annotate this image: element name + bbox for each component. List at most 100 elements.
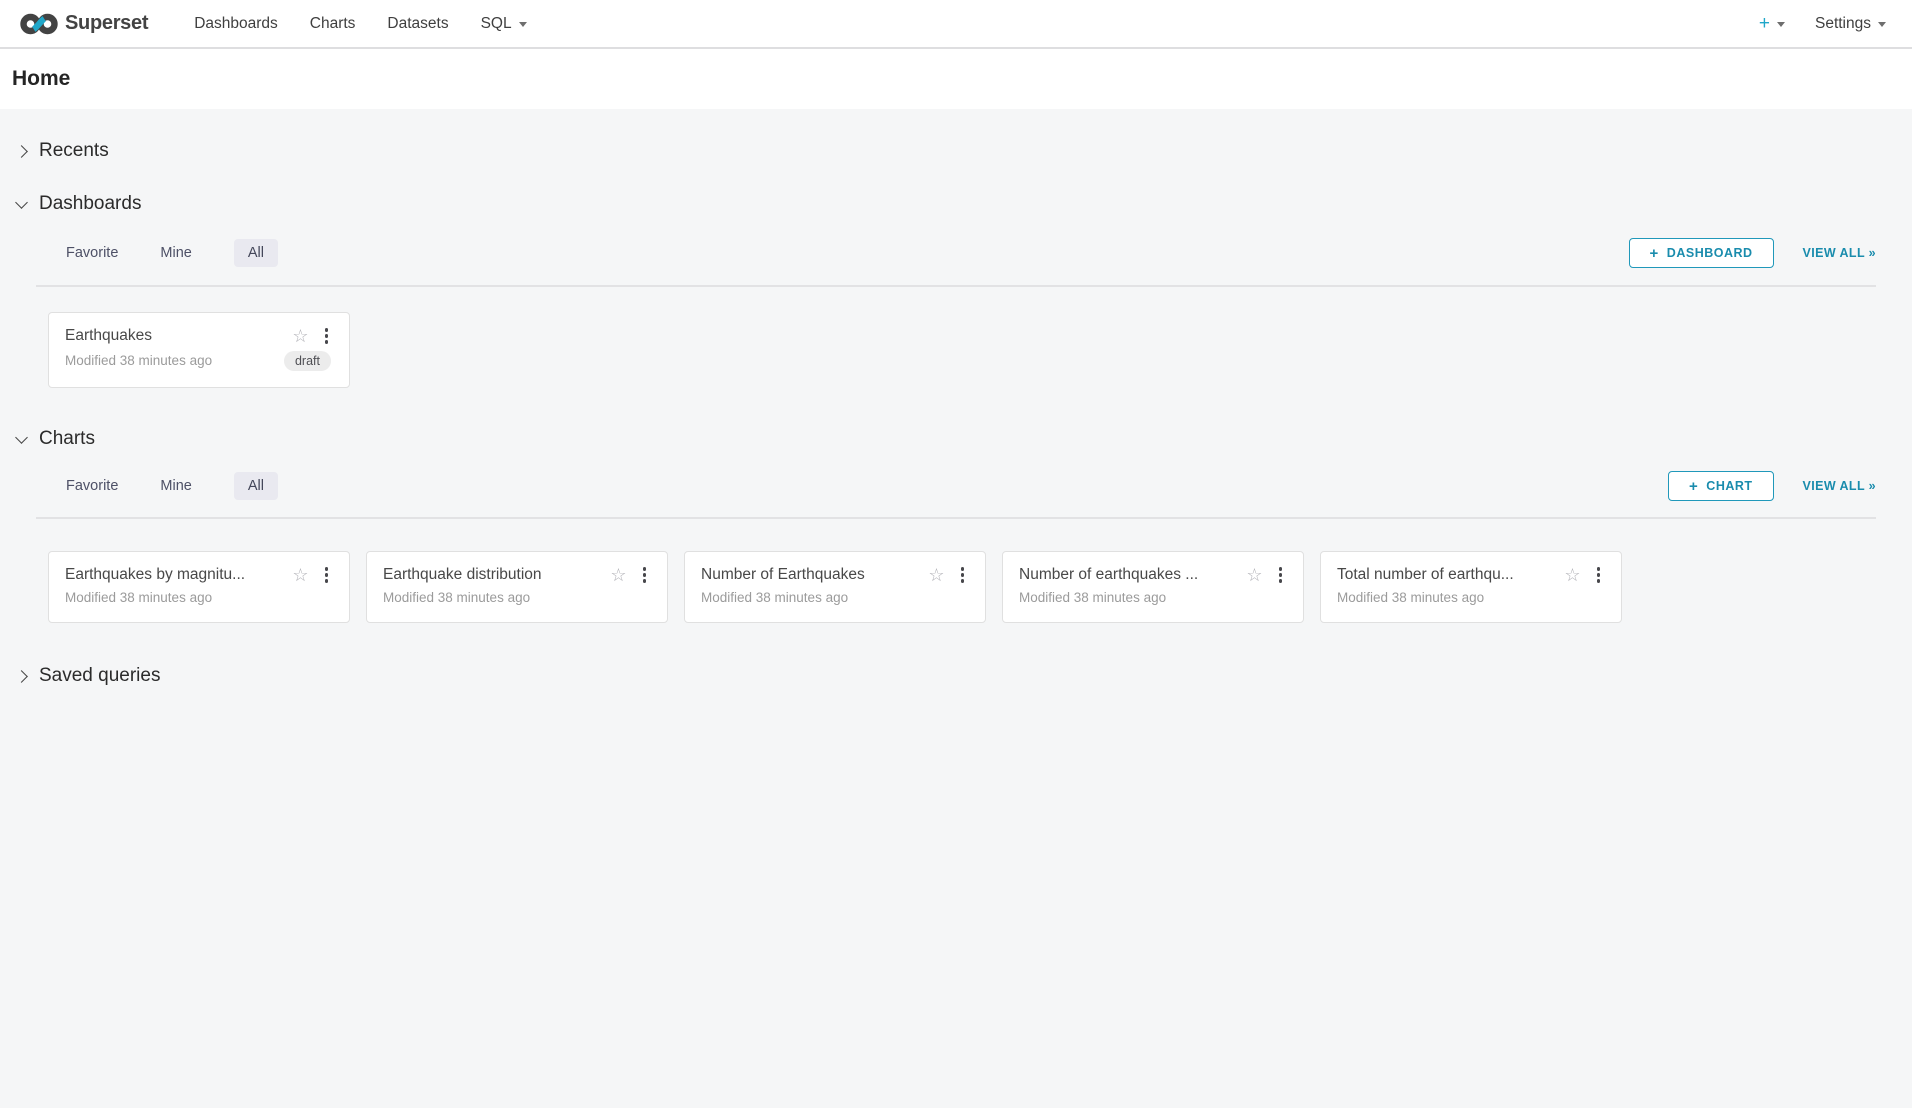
favorite-star-icon[interactable]: ☆ (1246, 566, 1262, 584)
settings-menu-button[interactable]: Settings (1815, 15, 1886, 33)
modified-timestamp: Modified 38 minutes ago (1019, 590, 1166, 605)
saved-queries-section-label: Saved queries (39, 665, 160, 687)
card-title: Earthquake distribution (383, 566, 602, 584)
chevron-right-icon (15, 670, 28, 683)
chevron-down-icon (519, 22, 527, 27)
dashboards-view-all-link[interactable]: VIEW ALL » (1803, 246, 1876, 260)
charts-submenu: Favorite Mine All + CHART VIEW ALL » (0, 471, 1912, 501)
chart-card[interactable]: Number of earthquakes ... ☆ Modified 38 … (1002, 551, 1304, 623)
card-title: Number of Earthquakes (701, 566, 920, 584)
card-header: Earthquakes by magnitu... ☆ (65, 565, 331, 585)
favorite-star-icon[interactable]: ☆ (292, 566, 308, 584)
card-title: Earthquakes (65, 327, 284, 345)
card-title: Earthquakes by magnitu... (65, 566, 284, 584)
nav-menu: Dashboards Charts Datasets SQL (162, 0, 526, 47)
plus-icon: + (1650, 246, 1659, 261)
navbar-right: + Settings (1759, 13, 1886, 35)
charts-card-row: Earthquakes by magnitu... ☆ Modified 38 … (0, 551, 1912, 623)
brand-name: Superset (65, 12, 148, 35)
tab-all[interactable]: All (234, 472, 278, 500)
favorite-star-icon[interactable]: ☆ (292, 327, 308, 345)
card-subrow: Modified 38 minutes ago draft (65, 351, 331, 371)
new-dashboard-button[interactable]: + DASHBOARD (1629, 238, 1774, 268)
page-header: Home (0, 49, 1912, 109)
card-subrow: Modified 38 minutes ago (383, 590, 649, 605)
card-subrow: Modified 38 minutes ago (701, 590, 967, 605)
charts-tabs: Favorite Mine All (66, 472, 278, 500)
superset-logo-icon (20, 12, 58, 36)
modified-timestamp: Modified 38 minutes ago (65, 590, 212, 605)
dashboards-tabbar-divider (36, 285, 1876, 287)
plus-icon: + (1759, 13, 1770, 35)
nav-item-charts[interactable]: Charts (310, 0, 356, 47)
kebab-menu-icon[interactable] (322, 565, 332, 585)
tab-mine[interactable]: Mine (160, 478, 191, 494)
dashboards-tabs: Favorite Mine All (66, 239, 278, 267)
charts-submenu-actions: + CHART VIEW ALL » (1668, 471, 1876, 501)
charts-tabbar-divider (36, 517, 1876, 519)
chevron-down-icon (1878, 22, 1886, 27)
kebab-menu-icon[interactable] (1594, 565, 1604, 585)
nav-item-label: Dashboards (194, 15, 278, 33)
tab-mine[interactable]: Mine (160, 245, 191, 261)
modified-timestamp: Modified 38 minutes ago (383, 590, 530, 605)
kebab-menu-icon[interactable] (1276, 565, 1286, 585)
chevron-down-icon (1777, 22, 1785, 27)
new-item-menu-button[interactable]: + (1759, 13, 1785, 35)
favorite-star-icon[interactable]: ☆ (928, 566, 944, 584)
modified-timestamp: Modified 38 minutes ago (1337, 590, 1484, 605)
superset-brand[interactable]: Superset (20, 12, 148, 36)
saved-queries-section-toggle[interactable]: Saved queries (0, 664, 1912, 688)
kebab-menu-icon[interactable] (640, 565, 650, 585)
main-content: Recents Dashboards Favorite Mine All + D… (0, 109, 1912, 1108)
card-subrow: Modified 38 minutes ago (1337, 590, 1603, 605)
favorite-star-icon[interactable]: ☆ (1564, 566, 1580, 584)
top-navbar: Superset Dashboards Charts Datasets SQL … (0, 0, 1912, 49)
card-header: Earthquakes ☆ (65, 326, 331, 346)
card-header: Earthquake distribution ☆ (383, 565, 649, 585)
tab-favorite[interactable]: Favorite (66, 245, 118, 261)
favorite-star-icon[interactable]: ☆ (610, 566, 626, 584)
card-subrow: Modified 38 minutes ago (1019, 590, 1285, 605)
nav-item-sql[interactable]: SQL (481, 0, 527, 47)
nav-item-dashboards[interactable]: Dashboards (194, 0, 278, 47)
recents-section-label: Recents (39, 140, 109, 162)
charts-view-all-link[interactable]: VIEW ALL » (1803, 479, 1876, 493)
dashboards-card-row: Earthquakes ☆ Modified 38 minutes ago dr… (0, 312, 1912, 388)
charts-section-toggle[interactable]: Charts (0, 427, 1912, 451)
modified-timestamp: Modified 38 minutes ago (701, 590, 848, 605)
tab-all[interactable]: All (234, 239, 278, 267)
chevron-down-icon (15, 431, 28, 444)
modified-timestamp: Modified 38 minutes ago (65, 353, 212, 368)
status-badge: draft (284, 351, 331, 371)
plus-icon: + (1689, 479, 1698, 494)
kebab-menu-icon[interactable] (958, 565, 968, 585)
kebab-menu-icon[interactable] (322, 326, 332, 346)
charts-section-label: Charts (39, 428, 95, 450)
card-header: Number of Earthquakes ☆ (701, 565, 967, 585)
new-chart-button[interactable]: + CHART (1668, 471, 1774, 501)
card-header: Number of earthquakes ... ☆ (1019, 565, 1285, 585)
dashboards-submenu: Favorite Mine All + DASHBOARD VIEW ALL » (0, 238, 1912, 268)
dashboard-card-earthquakes[interactable]: Earthquakes ☆ Modified 38 minutes ago dr… (48, 312, 350, 388)
tab-favorite[interactable]: Favorite (66, 478, 118, 494)
dashboards-section-toggle[interactable]: Dashboards (0, 192, 1912, 216)
chart-card[interactable]: Total number of earthqu... ☆ Modified 38… (1320, 551, 1622, 623)
page-title: Home (12, 67, 70, 91)
nav-item-label: Datasets (387, 15, 448, 33)
new-chart-button-label: CHART (1706, 479, 1752, 493)
chart-card[interactable]: Earthquake distribution ☆ Modified 38 mi… (366, 551, 668, 623)
recents-section-toggle[interactable]: Recents (0, 139, 1912, 163)
dashboards-section-label: Dashboards (39, 193, 141, 215)
card-header: Total number of earthqu... ☆ (1337, 565, 1603, 585)
card-title: Number of earthquakes ... (1019, 566, 1238, 584)
chart-card[interactable]: Number of Earthquakes ☆ Modified 38 minu… (684, 551, 986, 623)
dashboards-submenu-actions: + DASHBOARD VIEW ALL » (1629, 238, 1876, 268)
settings-label: Settings (1815, 15, 1871, 33)
chevron-down-icon (15, 196, 28, 209)
nav-item-datasets[interactable]: Datasets (387, 0, 448, 47)
chart-card[interactable]: Earthquakes by magnitu... ☆ Modified 38 … (48, 551, 350, 623)
chevron-right-icon (15, 145, 28, 158)
nav-item-label: SQL (481, 15, 512, 33)
superset-home-page: Superset Dashboards Charts Datasets SQL … (0, 0, 1912, 1108)
